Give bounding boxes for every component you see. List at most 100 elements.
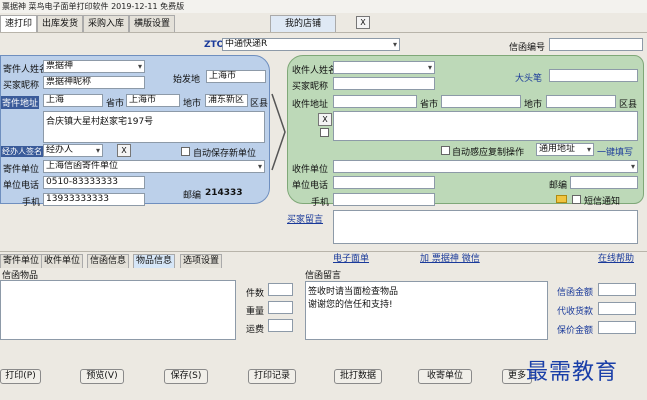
sender-address-detail[interactable]: 合庆镇大星村赵家宅197号 [43,111,265,143]
letter-amount-label: 信函金额 [557,288,594,298]
receiver-district-label: 区县 [619,100,638,110]
sender-phone-input[interactable]: 0510-83333333 [43,176,145,189]
sender-buyer-nick-input[interactable]: 票据神昵称 [43,76,145,89]
sender-buyer-nick-label: 买家昵称 [3,81,40,91]
subtab-letter-info[interactable]: 信函信息 [87,254,130,268]
receiver-buyer-nick-label: 买家昵称 [292,82,329,92]
goods-count-input[interactable] [268,283,293,296]
add-wechat-link[interactable]: 加 票据神 微信 [420,251,480,264]
receiver-district-input[interactable] [546,95,616,108]
one-key-fill-link[interactable]: 一键填写 [597,145,633,158]
receiver-city-input[interactable] [441,95,521,108]
letter-amount-input[interactable] [598,283,636,296]
buyer-message-link[interactable]: 买家留言 [287,212,323,225]
handler-select[interactable]: 经办人 [43,144,103,157]
tab-outbound[interactable]: 出库发货 [37,15,84,32]
message-line-1: 签收时请当面检查物品 [308,287,399,297]
sender-postcode-value: 214333 [205,188,243,198]
receiver-postcode-label: 邮编 [549,181,568,191]
message-box[interactable]: 签收时请当面检查物品 谢谢您的信任和支持! [305,281,548,340]
print-history-button[interactable]: 打印记录 [248,369,296,384]
general-address-select[interactable]: 通用地址 [536,143,594,156]
insured-amount-input[interactable] [598,321,636,334]
sms-label: 短信通知 [584,197,621,207]
tracking-no-label: 信函编号 [509,43,546,53]
receiver-name-select[interactable] [333,61,435,74]
subtab-sender-unit[interactable]: 寄件单位 [0,254,43,268]
auto-save-checkbox[interactable] [181,147,190,156]
sender-address-label: 寄件地址 [1,96,40,109]
carrier-select[interactable]: 中通快递R [222,38,400,51]
receiver-province-label: 省市 [420,100,439,110]
tab-horizontal-settings[interactable]: 横版设置 [129,15,176,32]
close-icon[interactable]: X [356,16,370,29]
sender-unit-label: 寄件单位 [3,165,40,175]
main-tab-bar: 速打印 出库发货 采购入库 横版设置 我的店铺 X [0,13,647,33]
sender-province-label: 省市 [106,99,125,109]
auto-save-label: 自动保存新单位 [193,149,257,159]
receiver-unit-select[interactable] [333,160,638,173]
buyer-message-box[interactable] [333,210,638,244]
online-help-link[interactable]: 在线帮助 [598,251,634,264]
auto-copy-label: 自动感应复制操作 [452,148,525,158]
sender-province-input[interactable]: 上海 [43,94,103,107]
goods-weight-input[interactable] [268,301,293,314]
units-dropdown-button[interactable]: 收寄单位 [418,369,472,384]
message-title: 信函留言 [305,271,342,281]
sender-phone-label: 单位电话 [3,181,40,191]
goods-freight-label: 运费 [246,325,265,335]
receiver-option-checkbox[interactable] [320,128,329,137]
receiver-clear-icon[interactable]: X [318,113,332,126]
receiver-postcode-input[interactable] [570,176,638,189]
sender-mobile-label: 手机 [22,198,41,208]
insured-amount-label: 保价金额 [557,326,594,336]
receiver-mobile-label: 手机 [311,198,330,208]
divider [0,251,647,252]
goods-count-label: 件数 [246,289,265,299]
receiver-province-input[interactable] [333,95,417,108]
sms-checkbox[interactable] [572,195,581,204]
big-head-input[interactable] [549,69,638,82]
receiver-name-label: 收件人姓名 [292,66,338,76]
e-waybill-link[interactable]: 电子面单 [333,251,369,264]
auto-copy-checkbox[interactable] [441,146,450,155]
receiver-city-label: 地市 [524,100,543,110]
receiver-unit-label: 收件单位 [292,165,329,175]
origin-input[interactable]: 上海市 [206,70,266,83]
receiver-phone-label: 单位电话 [292,181,329,191]
watermark-text: 最需教育 [526,360,619,385]
sender-district-input[interactable]: 浦东新区 [205,94,248,107]
tracking-no-input[interactable] [549,38,643,51]
subtab-options[interactable]: 选项设置 [180,254,223,268]
goods-freight-input[interactable] [268,319,293,332]
sender-city-input[interactable]: 上海市 [126,94,180,107]
my-shop-button[interactable]: 我的店铺 [270,15,336,32]
sender-mobile-input[interactable]: 13933333333 [43,193,145,206]
big-head-label: 大头笔 [515,74,543,84]
print-button[interactable]: 打印(P) [0,369,41,384]
goods-list[interactable] [0,280,236,340]
sender-name-select[interactable]: 票据神 [43,60,145,73]
handler-clear-icon[interactable]: X [117,144,131,157]
cod-amount-input[interactable] [598,302,636,315]
window-title: 票据神 菜鸟电子面单打印软件 2019-12-11 免费版 [0,0,647,13]
cod-amount-label: 代收货款 [557,307,594,317]
receiver-phone-input[interactable] [333,176,435,189]
sender-district-label: 区县 [250,99,269,109]
origin-label: 始发地 [173,75,201,85]
tab-purchase[interactable]: 采购入库 [83,15,130,32]
envelope-icon [556,195,567,203]
sender-unit-select[interactable]: 上海信函寄件单位 [43,160,265,173]
subtab-goods-info[interactable]: 物品信息 [133,254,176,268]
arrow-right-icon [271,93,286,171]
receiver-buyer-nick-input[interactable] [333,77,435,90]
sender-name-label: 寄件人姓名 [3,65,49,75]
tab-quick-print[interactable]: 速打印 [0,15,38,32]
receiver-address-detail[interactable] [333,111,638,141]
preview-button[interactable]: 预览(V) [80,369,124,384]
message-line-2: 谢谢您的信任和支持! [308,300,393,310]
save-button[interactable]: 保存(S) [164,369,208,384]
receiver-mobile-input[interactable] [333,193,435,206]
batch-data-button[interactable]: 批打数据 [334,369,382,384]
subtab-receiver-unit[interactable]: 收件单位 [41,254,84,268]
